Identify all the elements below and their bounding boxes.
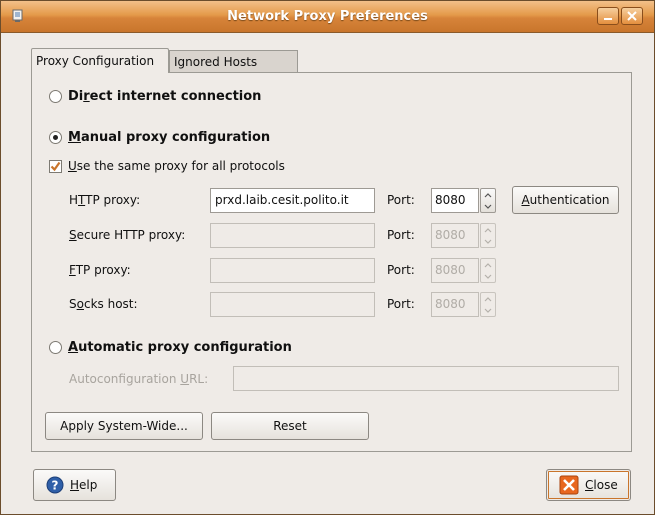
apply-system-wide-button[interactable]: Apply System-Wide...: [45, 412, 203, 440]
same-proxy-checkbox[interactable]: [49, 160, 62, 173]
automatic-radio[interactable]: [49, 341, 62, 354]
same-proxy-label[interactable]: Use the same proxy for all protocols: [68, 159, 285, 173]
socks-port-label: Port:: [387, 297, 415, 311]
socks-port-spinner[interactable]: 8080: [431, 292, 498, 317]
ftp-port-arrows[interactable]: [480, 258, 496, 283]
ftp-proxy-label: FTP proxy:: [69, 263, 131, 277]
secure-port-value[interactable]: 8080: [431, 223, 479, 248]
checkmark-icon: [50, 161, 61, 172]
minimize-icon: [604, 18, 612, 20]
spin-down-icon[interactable]: [481, 236, 495, 247]
ftp-port-label: Port:: [387, 263, 415, 277]
secure-http-proxy-label: Secure HTTP proxy:: [69, 228, 186, 242]
minimize-button[interactable]: [597, 7, 619, 25]
http-proxy-label: HTTP proxy:: [69, 193, 141, 207]
spin-down-icon[interactable]: [481, 201, 495, 212]
spin-up-icon[interactable]: [481, 294, 495, 305]
close-x-icon: [559, 475, 579, 495]
socks-port-value[interactable]: 8080: [431, 292, 479, 317]
http-proxy-input[interactable]: prxd.laib.cesit.polito.it: [210, 188, 375, 213]
direct-radio[interactable]: [49, 90, 62, 103]
socks-host-input[interactable]: [210, 292, 375, 317]
ftp-proxy-input[interactable]: [210, 258, 375, 283]
authentication-button[interactable]: Authentication: [512, 186, 619, 214]
ftp-port-value[interactable]: 8080: [431, 258, 479, 283]
http-port-spinner[interactable]: 8080: [431, 188, 498, 213]
tab-ignored-hosts[interactable]: Ignored Hosts: [169, 50, 298, 72]
secure-port-spinner[interactable]: 8080: [431, 223, 498, 248]
close-icon: [627, 11, 637, 21]
automatic-label[interactable]: Automatic proxy configuration: [68, 340, 292, 355]
spin-up-icon[interactable]: [481, 225, 495, 236]
help-button[interactable]: ? Help: [33, 469, 116, 501]
secure-http-proxy-input[interactable]: [210, 223, 375, 248]
close-window-button[interactable]: [621, 7, 643, 25]
close-button[interactable]: Close: [546, 469, 631, 501]
reset-button[interactable]: Reset: [211, 412, 369, 440]
http-port-label: Port:: [387, 193, 415, 207]
manual-radio[interactable]: [49, 131, 62, 144]
help-icon: ?: [46, 476, 64, 494]
autoconfig-url-input[interactable]: [233, 366, 619, 391]
spin-up-icon[interactable]: [481, 190, 495, 201]
window-title: Network Proxy Preferences: [227, 9, 428, 24]
direct-label[interactable]: Direct internet connection: [68, 89, 261, 104]
spin-down-icon[interactable]: [481, 305, 495, 316]
socks-port-arrows[interactable]: [480, 292, 496, 317]
svg-text:?: ?: [52, 479, 59, 493]
secure-port-label: Port:: [387, 228, 415, 242]
autoconfig-url-label: Autoconfiguration URL:: [69, 372, 209, 386]
manual-label[interactable]: Manual proxy configuration: [68, 130, 270, 145]
title-bar[interactable]: Network Proxy Preferences: [1, 1, 654, 33]
spin-up-icon[interactable]: [481, 260, 495, 271]
proxy-preferences-window: Network Proxy Preferences Proxy Configur…: [0, 0, 655, 515]
http-port-arrows[interactable]: [480, 188, 496, 213]
tab-proxy-configuration[interactable]: Proxy Configuration: [31, 48, 169, 73]
secure-port-arrows[interactable]: [480, 223, 496, 248]
http-port-value[interactable]: 8080: [431, 188, 479, 213]
ftp-port-spinner[interactable]: 8080: [431, 258, 498, 283]
spin-down-icon[interactable]: [481, 271, 495, 282]
socks-host-label: Socks host:: [69, 297, 138, 311]
